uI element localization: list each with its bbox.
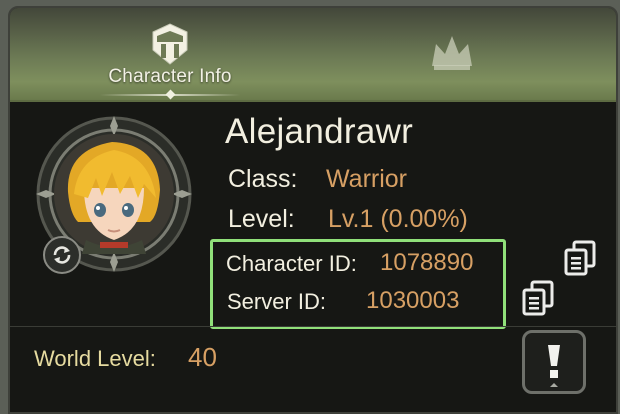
- server-id-label: Server ID:: [227, 289, 327, 314]
- tab-bar-divider: [10, 100, 616, 102]
- section-divider: [10, 326, 616, 327]
- character-id-value: 1078890: [380, 249, 474, 276]
- level-value: Lv.1 (0.00%): [328, 205, 468, 233]
- refresh-icon: [53, 246, 71, 264]
- tab-character-info[interactable]: Character Info: [90, 8, 250, 100]
- class-label: Class:: [228, 165, 298, 193]
- exclamation-icon: [548, 345, 560, 387]
- copy-character-id-icon[interactable]: [564, 240, 596, 276]
- character-info-panel: Character Info Alejandrawr Class: Warrio…: [8, 6, 618, 414]
- character-id-label: Character ID:: [226, 251, 357, 276]
- crown-icon[interactable]: [428, 32, 476, 72]
- helmet-icon: [152, 23, 188, 65]
- class-value: Warrior: [326, 165, 408, 193]
- character-name: Alejandrawr: [225, 112, 414, 151]
- server-id-value: 1030003: [366, 287, 460, 314]
- tab-character-info-label: Character Info: [108, 66, 232, 87]
- world-level-label: World Level:: [34, 346, 156, 371]
- copy-server-id-icon[interactable]: [522, 280, 554, 316]
- active-tab-marker: [165, 89, 176, 100]
- swap-character-button[interactable]: [43, 236, 81, 274]
- alert-button[interactable]: [522, 330, 586, 394]
- level-label: Level:: [228, 205, 295, 233]
- world-level-value: 40: [188, 342, 217, 372]
